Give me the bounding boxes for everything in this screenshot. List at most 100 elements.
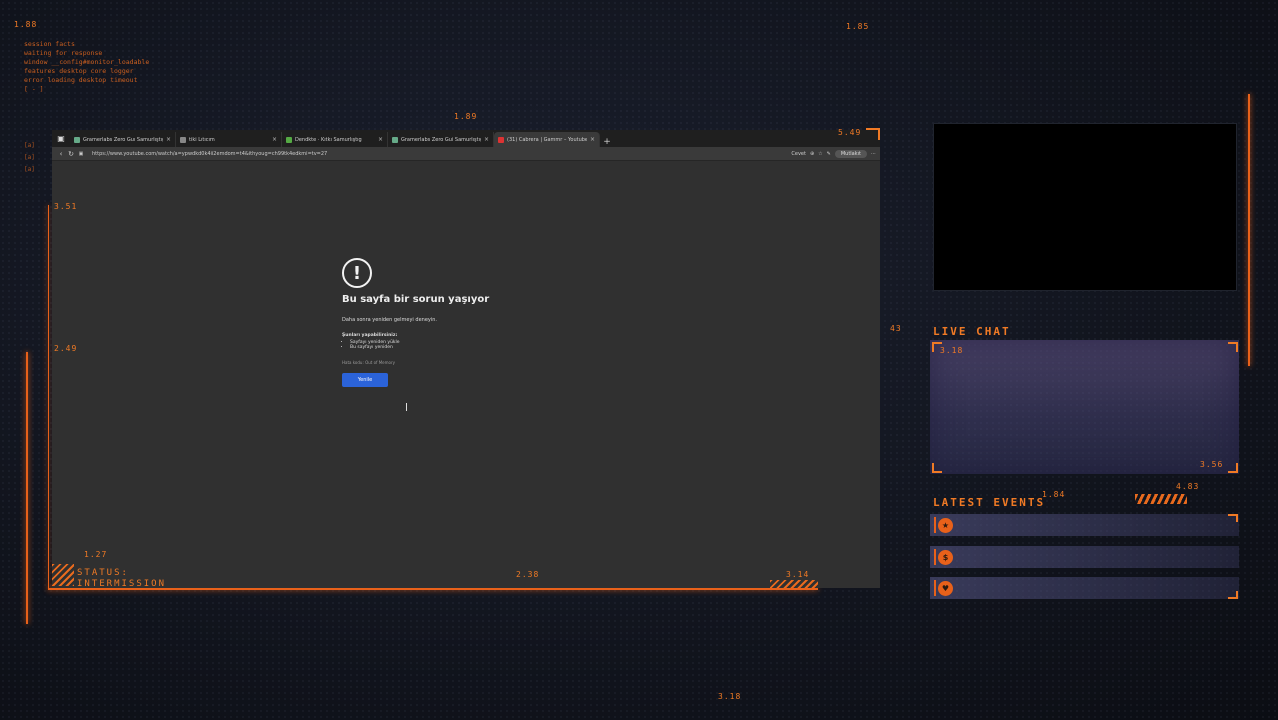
hud-side-mark: [a] (24, 142, 35, 149)
event-accent-bar (934, 580, 936, 596)
error-option: Bu sayfayı yeniden (350, 345, 542, 350)
tab-label: Dendkte · Kıtkı Samurlıştıg (295, 136, 362, 143)
reload-icon[interactable]: ↻ (66, 150, 76, 158)
hud-number-events-b: 4.83 (1176, 482, 1200, 491)
lock-icon: ▣ (78, 150, 84, 157)
browser-tab[interactable]: Gramerlabs Zero Gui Samurlıştıg × (388, 132, 494, 147)
event-accent-bar (934, 517, 936, 533)
address-bar: ‹ ↻ ▣ https://www.youtube.com/watch/a=yp… (52, 147, 880, 161)
status-block: STATUS: INTERMISSION (77, 568, 166, 590)
tab-label: tiki Lıtıcım (189, 136, 215, 143)
extensions-icon[interactable]: ✎ (827, 151, 831, 157)
event-accent-bar (934, 549, 936, 565)
close-tab-icon[interactable]: × (590, 136, 595, 143)
hud-number-top-left: 1.88 (14, 20, 38, 29)
heart-icon: ♥ (938, 580, 953, 596)
status-label: STATUS: (77, 568, 129, 578)
tab-label: Gramerlabs Zero Guı Samurlıştıg (83, 136, 163, 143)
error-options-heading: Şunları yapabilirsiniz: (342, 333, 398, 338)
tab-bar: ▣ Gramerlabs Zero Guı Samurlıştıg × tiki… (52, 130, 880, 147)
hud-info-line: waiting for response (24, 49, 103, 57)
more-icon[interactable]: ⋯ (871, 151, 876, 157)
browser-left-line (48, 205, 49, 590)
zoom-label[interactable]: Cevet (791, 151, 806, 157)
bottom-right-hatch (770, 580, 818, 588)
url-field[interactable]: https://www.youtube.com/watch/a=ypwdkd0k… (92, 151, 791, 157)
close-tab-icon[interactable]: × (484, 136, 489, 143)
profile-button[interactable]: Mutlakıt (834, 149, 867, 158)
chat-corner-br (1228, 463, 1238, 473)
favicon-icon (74, 136, 80, 143)
hud-number-top-center: 1.89 (454, 112, 478, 121)
hud-number-chat-top: 3.18 (940, 346, 964, 355)
favicon-icon (180, 136, 186, 143)
tab-label: (31) Cabrera | Gammr – Youtube/by C (507, 136, 587, 143)
frame-corner-tr (866, 128, 880, 140)
browser-window: ▣ Gramerlabs Zero Guı Samurlıştıg × tiki… (52, 130, 880, 588)
close-tab-icon[interactable]: × (378, 136, 383, 143)
browser-tab[interactable]: Gramerlabs Zero Guı Samurlıştıg × (70, 132, 176, 147)
bottom-dot-row (40, 706, 1240, 708)
latest-events-title: LATEST EVENTS (933, 496, 1046, 509)
tab-label: Gramerlabs Zero Gui Samurlıştıg (401, 136, 481, 143)
hud-info-line: features desktop core logger (24, 67, 134, 75)
hud-number-bottom-page: 3.18 (718, 692, 742, 701)
hud-number-events-a: 1.84 (1042, 490, 1066, 499)
error-subtitle: Daha sonra yeniden gelmeyi deneyin. (342, 317, 438, 323)
back-icon[interactable]: ‹ (56, 150, 66, 158)
browser-tab[interactable]: tiki Lıtıcım × (176, 132, 282, 147)
error-options-list: Sayfayı yeniden yükle Bu sayfayı yeniden (350, 340, 542, 350)
error-title: Bu sayfa bir sorun yaşıyor (342, 294, 490, 305)
close-tab-icon[interactable]: × (166, 136, 171, 143)
error-block: ! Bu sayfa bir sorun yaşıyor Daha sonra … (342, 258, 542, 387)
event-corner (1228, 514, 1238, 522)
hud-number-bottom-right: 3.14 (786, 570, 810, 579)
favicon-icon (392, 136, 398, 143)
text-cursor (406, 403, 407, 411)
hud-info-line: session facts (24, 40, 75, 48)
left-accent-line (26, 352, 28, 624)
favorite-icon[interactable]: ☆ (818, 151, 822, 157)
browser-tab[interactable]: Dendkte · Kıtkı Samurlıştıg × (282, 132, 388, 147)
event-row[interactable]: $ (930, 546, 1239, 568)
status-value: INTERMISSION (77, 579, 167, 589)
hud-info-line: window __config#monitor_loadable (24, 58, 150, 66)
hud-number-left-lower: 1.27 (84, 550, 108, 559)
hud-number-top-right: 1.85 (846, 22, 870, 31)
coin-icon: $ (938, 549, 953, 565)
chat-corner-tr (1228, 342, 1238, 352)
hud-side-marks: [a] [a] [a] (24, 140, 35, 176)
share-icon[interactable]: ⊕ (810, 151, 814, 157)
live-chat-box[interactable] (930, 340, 1239, 474)
hud-side-mark: [a] (24, 166, 35, 173)
error-icon: ! (342, 258, 372, 288)
event-row[interactable]: ♥ (930, 577, 1239, 599)
hud-info-line: [ - ] (24, 85, 44, 93)
browser-tab-active[interactable]: (31) Cabrera | Gammr – Youtube/by C × (494, 132, 600, 147)
hud-number-edge: 43 (890, 324, 902, 333)
close-tab-icon[interactable]: × (272, 136, 277, 143)
right-accent-line (1248, 94, 1250, 366)
star-icon: ★ (938, 517, 953, 533)
event-corner (1228, 591, 1238, 599)
taskbar-strip (80, 590, 800, 593)
status-hatch (52, 564, 74, 586)
favicon-icon (498, 136, 504, 143)
window-menu-icon[interactable]: ▣ (52, 130, 70, 147)
live-chat-title: LIVE CHAT (933, 325, 1011, 338)
hud-info-block: session facts waiting for response windo… (24, 40, 149, 94)
events-slash-decoration (1135, 494, 1187, 504)
hud-number-chat-bottom: 3.56 (1200, 460, 1224, 469)
page-content: ! Bu sayfa bir sorun yaşıyor Daha sonra … (52, 160, 880, 588)
hud-number-left-upper: 3.51 (54, 202, 78, 211)
hud-info-line: error loading desktop timeout (24, 76, 138, 84)
toolbar-right: Cevet ⊕ ☆ ✎ Mutlakıt ⋯ (791, 149, 876, 158)
reload-button[interactable]: Yenile (342, 373, 388, 387)
hud-number-bottom-mid: 2.38 (516, 570, 540, 579)
camera-frame (934, 124, 1236, 290)
chat-corner-bl (932, 463, 942, 473)
event-row[interactable]: ★ (930, 514, 1239, 536)
hud-side-mark: [a] (24, 154, 35, 161)
hud-number-left-mid: 2.49 (54, 344, 78, 353)
new-tab-button[interactable]: + (600, 137, 614, 147)
